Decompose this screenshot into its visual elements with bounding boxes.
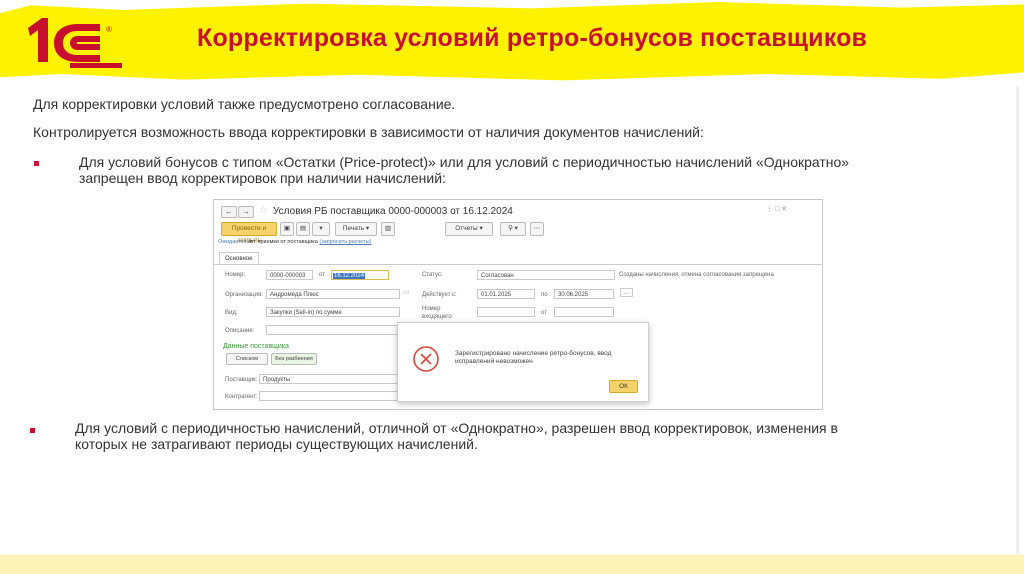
contract-label: Контрагент: [225,394,258,400]
approval-link-suffix[interactable]: (запросить расчеты) [319,239,371,245]
intro-text-2: Контролируется возможность ввода коррект… [33,124,704,140]
intro-text-1: Для корректировки условий также предусмо… [33,96,456,112]
open-icon[interactable]: ▭ [403,288,410,296]
supplier-data-group: Данные поставщика [223,343,289,350]
tab-divider [214,264,822,265]
approval-link[interactable]: Ожидается акт приемки от поставщика (зап… [218,239,371,245]
post-icon[interactable]: ▤ [296,222,310,236]
back-arrow-icon[interactable]: ← [221,206,237,218]
contract-field[interactable] [259,391,400,401]
registered-mark: ® [106,25,112,34]
approval-link-prefix: Ожидается [218,239,247,245]
kind-label: Вид: [225,310,238,316]
reports-label: Отчеты [455,225,478,232]
bullet-text-2: Для условий с периодичностью начислений,… [75,420,838,452]
number-field[interactable]: 0000-000003 [266,270,313,280]
bottom-yellow-strip [0,555,1024,574]
description-field[interactable] [266,325,400,335]
slide-edge-shadow [1016,86,1019,555]
organization-label: Организация: [225,292,263,298]
bullet-2-line-1: Для условий с периодичностью начислений,… [75,420,838,436]
no-split-mode-button[interactable]: Без разбиения [271,353,317,365]
bullet-1-line-2: запрещен ввод корректировок при наличии … [79,170,446,186]
print-label: Печать [342,225,365,232]
kind-field[interactable]: Закупки (Sell-in) по сумме [266,307,400,317]
incoming-from-label: от [541,310,547,316]
ok-button[interactable]: ОК [609,380,638,393]
valid-from-field[interactable]: 01.01.2025 [477,289,535,299]
date-field[interactable]: 16.12.2024 [331,270,389,280]
reports-button[interactable]: Отчеты ▾ [445,222,493,236]
bullet-marker [30,428,35,433]
error-message-line-1: Зарегистрировано начисление ретро-бонусо… [455,350,612,357]
incoming-number-field[interactable] [477,307,535,317]
save-icon[interactable]: ▣ [280,222,294,236]
from-label: от [319,272,325,278]
bullet-marker [34,161,39,166]
report-icon[interactable]: ▥ [381,222,395,236]
more-icon[interactable]: ⋯ [530,222,544,236]
supplier-label: Поставщик: [225,377,258,383]
bullet-1-line-1: Для условий бонусов с типом «Остатки (Pr… [79,154,850,170]
error-dialog: Зарегистрировано начисление ретро-бонусо… [397,322,649,402]
1c-logo: ® [28,18,122,68]
number-label: Номер: [225,272,246,278]
forward-arrow-icon[interactable]: → [238,206,254,218]
favorite-star-icon[interactable]: ☆ [259,205,268,216]
bullet-2-line-2: которых не затрагивают периоды существую… [75,436,478,452]
post-and-close-button[interactable]: Провести и закрыть [221,222,277,244]
approval-link-text: акт приемки от поставщика [247,239,318,245]
valid-to-label: по [541,292,548,298]
status-label: Статус: [422,272,443,278]
supplier-field[interactable]: Продукты [259,374,400,384]
incoming-date-field[interactable] [554,307,614,317]
description-label: Описание: [225,328,255,334]
window-title: Условия РБ поставщика 0000-000003 от 16.… [273,206,513,217]
valid-from-label: Действует с: [422,292,457,298]
bullet-text-1: Для условий бонусов с типом «Остатки (Pr… [79,154,849,186]
status-field[interactable]: Согласован [477,270,615,280]
valid-to-field[interactable]: 30.06.2025 [554,289,614,299]
date-value: 16.12.2024 [333,273,366,279]
print-button[interactable]: Печать ▾ [335,222,377,236]
period-selector-icon[interactable]: … [620,288,633,297]
window-controls[interactable]: ⋮ □ ✕ [766,205,787,213]
status-note: Созданы начисления, отмена согласования … [619,272,774,278]
slide-header: ® Корректировка условий ретро-бонусов по… [0,0,1024,86]
error-message-line-2: исправлений невозможен [455,358,533,365]
attach-button[interactable]: ⚲ ▾ [500,222,526,236]
organization-field[interactable]: Андромеда Плюс [266,289,400,299]
embedded-1c-screenshot: ← → ☆ Условия РБ поставщика 0000-000003 … [213,199,823,410]
create-based-icon[interactable]: ▾ [312,222,330,236]
error-message: Зарегистрировано начисление ретро-бонусо… [455,350,611,366]
list-mode-button[interactable]: Списком [226,353,268,365]
page-title: Корректировка условий ретро-бонусов пост… [197,24,868,52]
error-icon [413,346,439,372]
